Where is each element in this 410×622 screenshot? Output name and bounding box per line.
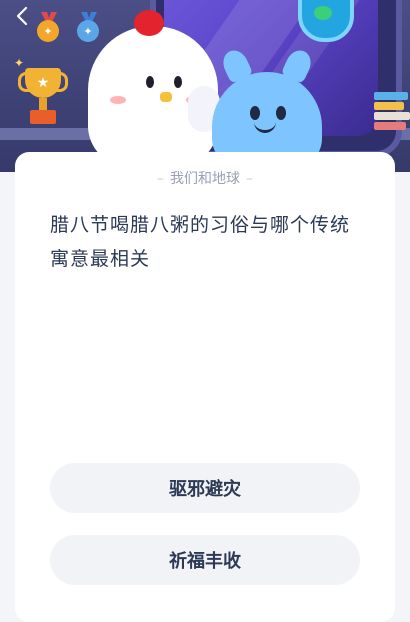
chicken-mascot [88, 10, 220, 166]
chevron-left-icon [16, 6, 28, 26]
divider-right: – [246, 171, 253, 187]
question-card: – 我们和地球 – 腊八节喝腊八粥的习俗与哪个传统寓意最相关 驱邪避灾 祈福丰收 [15, 152, 395, 622]
question-text: 腊八节喝腊八粥的习俗与哪个传统寓意最相关 [50, 214, 351, 270]
books-icon [374, 90, 410, 130]
trophy-icon[interactable]: ★ [18, 66, 68, 128]
answer-option-label: 驱邪避灾 [169, 479, 241, 500]
category-label: – 我们和地球 – [15, 170, 395, 188]
back-button[interactable] [10, 4, 34, 28]
answer-option-1[interactable]: 驱邪避灾 [50, 463, 360, 513]
gold-medal-icon[interactable]: ✦ [36, 12, 62, 42]
header-banner: ✦ ✦ ✦ ★ [0, 0, 410, 172]
category-text: 我们和地球 [170, 171, 240, 187]
answer-option-2[interactable]: 祈福丰收 [50, 535, 360, 585]
silver-medal-icon[interactable]: ✦ [76, 12, 102, 42]
answer-option-label: 祈福丰收 [169, 551, 241, 572]
divider-left: – [157, 171, 164, 187]
